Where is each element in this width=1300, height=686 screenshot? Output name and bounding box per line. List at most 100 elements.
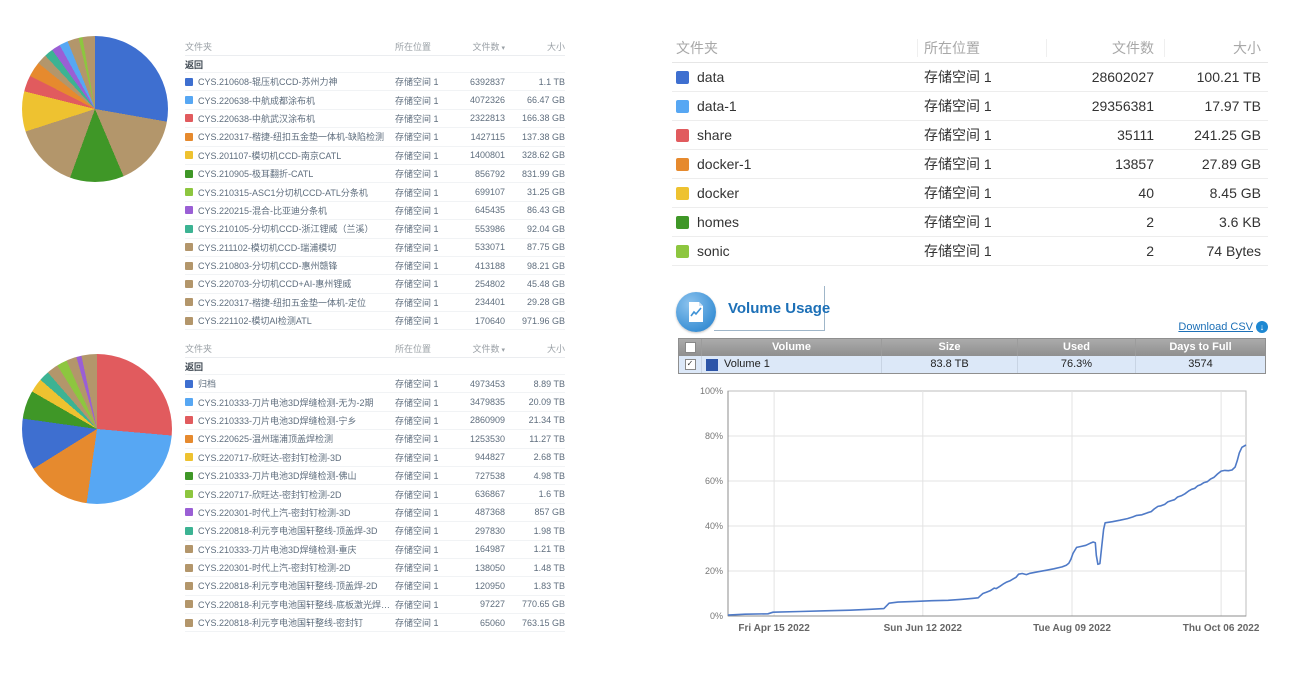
column-header-count[interactable]: 文件数▾ <box>447 342 505 355</box>
folder-file-count: 28602027 <box>1046 69 1164 85</box>
table-row[interactable]: CYS.210608-辊压机CCD-苏州力神 存储空间 1 6392837 1.… <box>185 73 565 91</box>
table-row[interactable]: docker 存储空间 1 40 8.45 GB <box>672 179 1268 208</box>
folder-location: 存储空间 1 <box>395 259 447 272</box>
table-row[interactable]: data 存储空间 1 28602027 100.21 TB <box>672 63 1268 92</box>
table-row[interactable]: CYS.210333-刀片电池3D焊缝检测-佛山 存储空间 1 727538 4… <box>185 467 565 485</box>
folder-color-swatch <box>676 129 689 142</box>
folder-size: 831.99 GB <box>505 169 565 179</box>
folder-name: CYS.210333-刀片电池3D焊缝检测-佛山 <box>198 469 357 482</box>
folder-file-count: 699107 <box>447 187 505 197</box>
column-header-used[interactable]: Used <box>1017 339 1135 356</box>
folder-file-count: 1253530 <box>447 434 505 444</box>
folder-size: 1.21 TB <box>505 544 565 554</box>
folder-file-count: 40 <box>1046 185 1164 201</box>
back-row[interactable]: 返回 <box>185 358 565 375</box>
table-row[interactable]: CYS.201107-模切机CCD-南京CATL 存储空间 1 1400801 … <box>185 147 565 165</box>
table-row[interactable]: CYS.220638-中航成都涂布机 存储空间 1 4072326 66.47 … <box>185 91 565 109</box>
column-header-location[interactable]: 所在位置 <box>395 40 447 53</box>
folder-color-swatch <box>185 435 193 443</box>
folder-name: sonic <box>697 243 730 259</box>
folder-color-swatch <box>185 453 193 461</box>
folder-color-swatch <box>185 600 193 608</box>
folder-color-swatch <box>185 151 193 159</box>
table-row[interactable]: ✓ Volume 1 83.8 TB 76.3% 3574 <box>679 356 1265 373</box>
column-header-count[interactable]: 文件数 <box>1046 39 1164 57</box>
folder-file-count: 164987 <box>447 544 505 554</box>
table-row[interactable]: CYS.210905-极耳翻折-CATL 存储空间 1 856792 831.9… <box>185 165 565 183</box>
volume-size: 83.8 TB <box>881 356 1017 373</box>
table-row[interactable]: CYS.220818-利元亨电池国轩整线-底板激光焊缝-... 存储空间 1 9… <box>185 596 565 614</box>
table-row[interactable]: CYS.220317-楷捷-纽扣五金垫一体机-定位 存储空间 1 234401 … <box>185 294 565 312</box>
folder-color-swatch <box>185 508 193 516</box>
table-row[interactable]: CYS.220301-时代上汽-密封钉检测-2D 存储空间 1 138050 1… <box>185 559 565 577</box>
table-row[interactable]: sonic 存储空间 1 2 74 Bytes <box>672 237 1268 266</box>
table-row[interactable]: CYS.210803-分切机CCD-惠州赣锋 存储空间 1 413188 98.… <box>185 257 565 275</box>
table-row[interactable]: CYS.210333-刀片电池3D焊缝检测-重庆 存储空间 1 164987 1… <box>185 541 565 559</box>
table-row[interactable]: CYS.220301-时代上汽-密封钉检测-3D 存储空间 1 487368 8… <box>185 504 565 522</box>
column-header-size[interactable]: 大小 <box>505 342 565 355</box>
folder-file-count: 138050 <box>447 563 505 573</box>
folder-location: 存储空间 1 <box>395 616 447 629</box>
table-row[interactable]: CYS.220818-利元亨电池国轩整线-顶盖焊-2D 存储空间 1 12095… <box>185 577 565 595</box>
table-row[interactable]: CYS.221102-模切AI检测ATL 存储空间 1 170640 971.9… <box>185 312 565 330</box>
column-header-size[interactable]: Size <box>881 339 1017 356</box>
column-header-location[interactable]: 所在位置 <box>917 39 1046 57</box>
folder-location: 存储空间 1 <box>395 149 447 162</box>
table-row[interactable]: CYS.210315-ASC1分切机CCD-ATL分条机 存储空间 1 6991… <box>185 183 565 201</box>
column-header-size[interactable]: 大小 <box>505 40 565 53</box>
table-header-row: 文件夹 所在位置 文件数▾ 大小 <box>185 38 565 56</box>
table-row[interactable]: CYS.210333-刀片电池3D焊缝检测-无为-2期 存储空间 1 34798… <box>185 393 565 411</box>
folder-location: 存储空间 1 <box>395 75 447 88</box>
column-header-folder[interactable]: 文件夹 <box>672 39 917 57</box>
table-row[interactable]: CYS.220818-利元亨电池国轩整线-密封钉 存储空间 1 65060 76… <box>185 614 565 632</box>
table-row[interactable]: CYS.220638-中航武汉涂布机 存储空间 1 2322813 166.38… <box>185 110 565 128</box>
table-row[interactable]: share 存储空间 1 35111 241.25 GB <box>672 121 1268 150</box>
table-row[interactable]: CYS.220215-混合-比亚迪分条机 存储空间 1 645435 86.43… <box>185 202 565 220</box>
folder-file-count: 1427115 <box>447 132 505 142</box>
volume-table: Volume Size Used Days to Full ✓ Volume 1… <box>678 338 1266 374</box>
table-row[interactable]: CYS.220625-温州瑞浦顶盖焊检测 存储空间 1 1253530 11.2… <box>185 430 565 448</box>
column-header-days-to-full[interactable]: Days to Full <box>1135 339 1265 356</box>
select-all-checkbox[interactable] <box>685 342 696 353</box>
download-csv-link[interactable]: Download CSV ↓ <box>1140 321 1268 333</box>
folder-name: docker <box>697 185 739 201</box>
table-row[interactable]: CYS.211102-模切机CCD-瑞浦模切 存储空间 1 533071 87.… <box>185 239 565 257</box>
folder-size: 971.96 GB <box>505 316 565 326</box>
column-header-folder[interactable]: 文件夹 <box>185 342 395 355</box>
table-row[interactable]: CYS.210105-分切机CCD-浙江锂威（兰溪） 存储空间 1 553986… <box>185 220 565 238</box>
column-header-location[interactable]: 所在位置 <box>395 342 447 355</box>
folder-color-swatch <box>185 472 193 480</box>
back-row[interactable]: 返回 <box>185 56 565 73</box>
table-row[interactable]: data-1 存储空间 1 29356381 17.97 TB <box>672 92 1268 121</box>
folder-file-count: 65060 <box>447 618 505 628</box>
table-row[interactable]: CYS.220818-利元亨电池国轩整线-顶盖焊-3D 存储空间 1 29783… <box>185 522 565 540</box>
folder-size: 100.21 TB <box>1164 69 1268 85</box>
folder-name: CYS.220818-利元亨电池国轩整线-顶盖焊-2D <box>198 579 378 592</box>
folder-color-swatch <box>676 158 689 171</box>
folder-location: 存储空间 1 <box>395 561 447 574</box>
folder-size: 21.34 TB <box>505 415 565 425</box>
svg-text:Sun Jun 12 2022: Sun Jun 12 2022 <box>884 623 963 634</box>
column-header-volume[interactable]: Volume <box>701 339 881 356</box>
table-row[interactable]: CYS.220703-分切机CCD+AI-惠州锂威 存储空间 1 254802 … <box>185 275 565 293</box>
folder-name: data-1 <box>697 98 737 114</box>
row-checkbox[interactable]: ✓ <box>685 359 696 370</box>
column-header-size[interactable]: 大小 <box>1164 39 1268 57</box>
table-row[interactable]: 归档 存储空间 1 4973453 8.89 TB <box>185 375 565 393</box>
column-header-count[interactable]: 文件数▾ <box>447 40 505 53</box>
folder-location: 存储空间 1 <box>918 125 1046 145</box>
table-row[interactable]: homes 存储空间 1 2 3.6 KB <box>672 208 1268 237</box>
table-row[interactable]: docker-1 存储空间 1 13857 27.89 GB <box>672 150 1268 179</box>
folder-name: CYS.210333-刀片电池3D焊缝检测-无为-2期 <box>198 396 374 409</box>
folder-color-swatch <box>185 564 193 572</box>
column-header-folder[interactable]: 文件夹 <box>185 40 395 53</box>
series-color-swatch <box>706 359 718 371</box>
table-row[interactable]: CYS.220717-欣旺达-密封钉检测-3D 存储空间 1 944827 2.… <box>185 449 565 467</box>
folder-file-count: 35111 <box>1046 127 1164 143</box>
table-row[interactable]: CYS.220317-楷捷-纽扣五金垫一体机-缺陷检测 存储空间 1 14271… <box>185 128 565 146</box>
table-row[interactable]: CYS.220717-欣旺达-密封钉检测-2D 存储空间 1 636867 1.… <box>185 485 565 503</box>
folder-size: 1.48 TB <box>505 563 565 573</box>
table-row[interactable]: CYS.210333-刀片电池3D焊缝检测-宁乡 存储空间 1 2860909 … <box>185 412 565 430</box>
folder-size: 29.28 GB <box>505 297 565 307</box>
folder-name: data <box>697 69 724 85</box>
